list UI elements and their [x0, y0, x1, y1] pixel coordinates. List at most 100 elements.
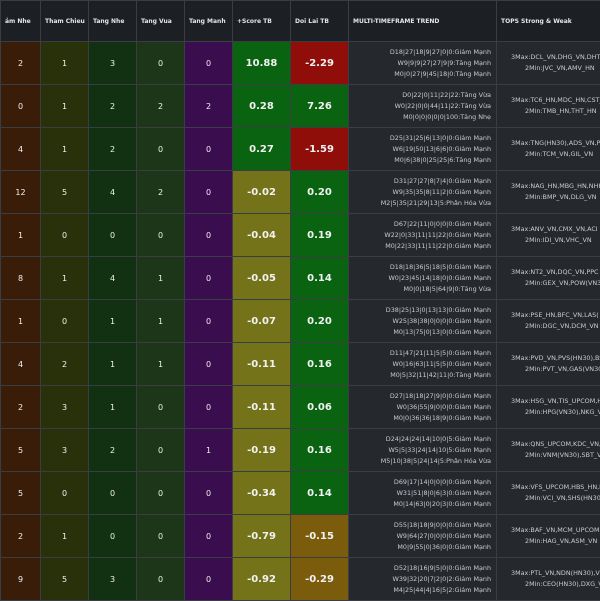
table-row[interactable]: 53201-0.190.16D24|24|24|14|10|0|5:Giảm M… [1, 429, 600, 472]
cell-tang-manh: 0 [185, 386, 233, 429]
table-row[interactable]: 81410-0.050.14D18|18|36|5|18|5|0:Giảm Mạ… [1, 257, 600, 300]
cell-tang-vua: 0 [137, 515, 185, 558]
table-row[interactable]: 10110-0.070.20D38|25|13|0|13|13|0:Giảm M… [1, 300, 600, 343]
table-row[interactable]: 21000-0.79-0.15D55|18|18|9|0|0|0:Giảm Mạ… [1, 515, 600, 558]
cell-doi-lai-tb: 0.19 [291, 214, 349, 257]
tops-line: 2Min:CEO(HN30),DXG_V [511, 579, 600, 590]
cell-tang-nhe: 3 [89, 558, 137, 601]
trend-line: W5|5|33|24|14|10|5:Giảm Mạnh [349, 445, 491, 456]
header-score-tb[interactable]: +Score TB [233, 1, 291, 42]
cell-doi-lai-tb: 0.16 [291, 343, 349, 386]
header-tang-nhe[interactable]: Tang Nhe [89, 1, 137, 42]
cell-tang-vua: 1 [137, 300, 185, 343]
tops-line: 2Min:DGC_VN,DCM_VN [511, 321, 600, 332]
header-tops-strong-weak[interactable]: TOPS Strong & Weak [497, 1, 600, 42]
cell-tang-vua: 0 [137, 429, 185, 472]
header-tang-manh[interactable]: Tang Manh [185, 1, 233, 42]
table-row[interactable]: 012220.287.26D0|22|0|11|22|22:Tăng VừaW0… [1, 85, 600, 128]
trend-line: D55|18|18|9|0|0|0:Giảm Mạnh [349, 520, 491, 531]
trend-line: M0|14|63|0|20|3|0:Giảm Mạnh [349, 499, 491, 510]
trend-line: W9|9|9|27|27|9|9:Tăng Mạnh [349, 58, 491, 69]
cell-tops-strong-weak: 3Max:PTL_VN,NDN(HN30),VH2Min:CEO(HN30),D… [497, 558, 600, 601]
cell-tham-chieu: 2 [41, 343, 89, 386]
trend-line: W39|32|20|7|2|0|2:Giảm Mạnh [349, 574, 491, 585]
cell-doi-lai-tb: -0.15 [291, 515, 349, 558]
cell-giam-nhe: 4 [1, 343, 41, 386]
cell-tang-vua: 0 [137, 386, 185, 429]
tops-line: 3Max:PVD_VN,PVS(HN30),BSR [511, 353, 600, 364]
tops-line: 3Max:ANV_VN,CMX_VN,ACI [511, 224, 600, 235]
trend-line: M4|25|44|4|16|5|2:Giảm Mạnh [349, 585, 491, 596]
cell-tham-chieu: 0 [41, 472, 89, 515]
table-row[interactable]: 42110-0.110.16D11|47|21|11|5|5|0:Giảm Mạ… [1, 343, 600, 386]
trend-line: D27|18|18|27|9|0|0:Giảm Mạnh [349, 391, 491, 402]
tops-line: 3Max:PTL_VN,NDN(HN30),VH [511, 568, 600, 579]
cell-multi-timeframe-trend: D25|31|25|6|13|0|0:Giảm MạnhW6|19|50|13|… [349, 128, 497, 171]
trend-line: W9|64|27|0|0|0|0:Giảm Mạnh [349, 531, 491, 542]
header-tang-vua[interactable]: Tang Vua [137, 1, 185, 42]
cell-giam-nhe: 2 [1, 386, 41, 429]
cell-tops-strong-weak: 3Max:VFS_UPCOM,HBS_HN,P2Min:VCI_VN,SHS(H… [497, 472, 600, 515]
cell-doi-lai-tb: 0.14 [291, 472, 349, 515]
cell-tang-vua: 0 [137, 42, 185, 85]
table-row[interactable]: 95300-0.92-0.29D52|18|16|9|5|0|0:Giảm Mạ… [1, 558, 600, 601]
cell-tham-chieu: 5 [41, 171, 89, 214]
tops-line: 3Max:TNG(HN30),ADS_VN,PPH [511, 138, 600, 149]
cell-tang-nhe: 4 [89, 171, 137, 214]
cell-multi-timeframe-trend: D31|27|27|8|7|4|0:Giảm MạnhW9|35|35|8|11… [349, 171, 497, 214]
cell-tham-chieu: 1 [41, 42, 89, 85]
tops-line: 2Min:JVC_VN,AMV_HN [511, 63, 600, 74]
trend-line: W31|51|8|0|6|3|0:Giảm Mạnh [349, 488, 491, 499]
header-row: ảm NheTham ChieuTang NheTang VuaTang Man… [1, 1, 600, 42]
trend-line: D25|31|25|6|13|0|0:Giảm Mạnh [349, 133, 491, 144]
tops-line: 3Max:QNS_UPCOM,KDC_VN,SLS [511, 439, 600, 450]
header-multi-timeframe-trend[interactable]: MULTI-TIMEFRAME TREND [349, 1, 497, 42]
cell-doi-lai-tb: 0.14 [291, 257, 349, 300]
cell-tang-manh: 0 [185, 257, 233, 300]
cell-tang-nhe: 2 [89, 429, 137, 472]
cell-tang-nhe: 0 [89, 472, 137, 515]
table-row[interactable]: 23100-0.110.06D27|18|18|27|9|0|0:Giảm Mạ… [1, 386, 600, 429]
cell-multi-timeframe-trend: D11|47|21|11|5|5|0:Giảm MạnhW0|16|63|11|… [349, 343, 497, 386]
cell-tham-chieu: 0 [41, 300, 89, 343]
table-row[interactable]: 10000-0.040.19D67|22|11|0|0|0|0:Giảm Mạn… [1, 214, 600, 257]
cell-tang-vua: 0 [137, 128, 185, 171]
cell-tang-vua: 1 [137, 257, 185, 300]
cell-giam-nhe: 5 [1, 472, 41, 515]
tops-line: 3Max:TC6_HN,MDC_HN,CST_L [511, 95, 600, 106]
cell-multi-timeframe-trend: D18|18|36|5|18|5|0:Giảm MạnhW0|23|45|14|… [349, 257, 497, 300]
cell-tops-strong-weak: 3Max:QNS_UPCOM,KDC_VN,SLS2Min:VNM(VN30),… [497, 429, 600, 472]
cell-score-tb: -0.92 [233, 558, 291, 601]
cell-tang-manh: 1 [185, 429, 233, 472]
table-row[interactable]: 125420-0.020.20D31|27|27|8|7|4|0:Giảm Mạ… [1, 171, 600, 214]
table-row[interactable]: 412000.27-1.59D25|31|25|6|13|0|0:Giảm Mạ… [1, 128, 600, 171]
tops-line: 2Min:VNM(VN30),SBT_VN [511, 450, 600, 461]
cell-doi-lai-tb: 0.20 [291, 300, 349, 343]
header-giam-nhe[interactable]: ảm Nhe [1, 1, 41, 42]
header-tham-chieu[interactable]: Tham Chieu [41, 1, 89, 42]
trend-line: W0|23|45|14|18|0|0:Giảm Mạnh [349, 273, 491, 284]
cell-doi-lai-tb: 0.20 [291, 171, 349, 214]
cell-giam-nhe: 4 [1, 128, 41, 171]
cell-tham-chieu: 3 [41, 429, 89, 472]
cell-tops-strong-weak: 3Max:ANV_VN,CMX_VN,ACI2Min:IDI_VN,VHC_VN [497, 214, 600, 257]
cell-score-tb: 10.88 [233, 42, 291, 85]
cell-tang-nhe: 2 [89, 128, 137, 171]
cell-tham-chieu: 5 [41, 558, 89, 601]
trend-line: M0|5|32|11|42|11|0:Tăng Mạnh [349, 370, 491, 381]
tops-line: 2Min:IDI_VN,VHC_VN [511, 235, 600, 246]
table-row[interactable]: 50000-0.340.14D69|17|14|0|0|0|0:Giảm Mạn… [1, 472, 600, 515]
trend-line: M0|13|75|0|13|0|0:Giảm Mạnh [349, 327, 491, 338]
trend-line: W0|16|63|11|5|5|0:Giảm Mạnh [349, 359, 491, 370]
table-row[interactable]: 2130010.88-2.29D18|27|18|9|27|0|0:Giảm M… [1, 42, 600, 85]
tops-line: 2Min:TCM_VN,GIL_VN [511, 149, 600, 160]
trend-line: W0|36|55|9|0|0|0:Giảm Mạnh [349, 402, 491, 413]
cell-tops-strong-weak: 3Max:DCL_VN,DHG_VN,DHT(2Min:JVC_VN,AMV_H… [497, 42, 600, 85]
trend-line: M0|22|33|11|11|22|0:Giảm Mạnh [349, 241, 491, 252]
header-doi-lai-tb[interactable]: Doi Lai TB [291, 1, 349, 42]
tops-line: 3Max:NAG_HN,MBG_HN,NHH_( [511, 181, 600, 192]
cell-score-tb: 0.28 [233, 85, 291, 128]
trend-line: D67|22|11|0|0|0|0:Giảm Mạnh [349, 219, 491, 230]
cell-tang-nhe: 0 [89, 515, 137, 558]
cell-multi-timeframe-trend: D38|25|13|0|13|13|0:Giảm MạnhW25|38|38|0… [349, 300, 497, 343]
